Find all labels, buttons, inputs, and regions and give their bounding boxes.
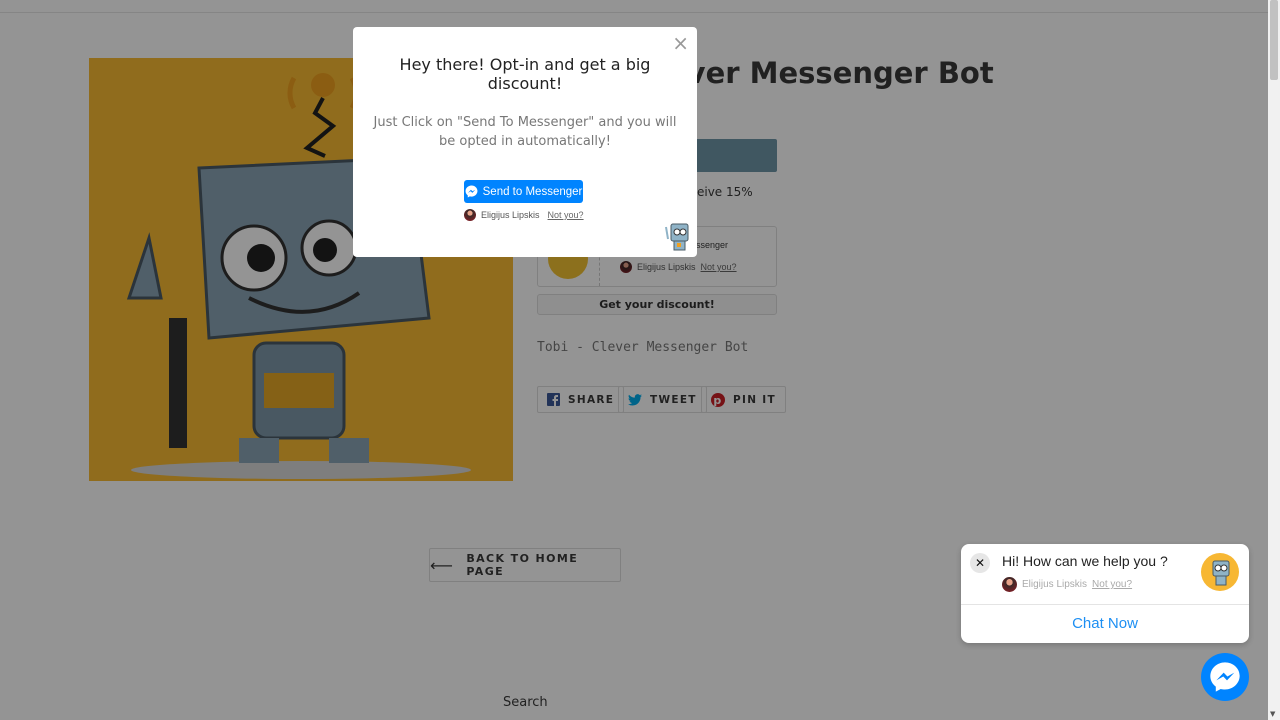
robot-icon xyxy=(1212,560,1230,586)
scrollbar-thumb[interactable] xyxy=(1270,0,1278,80)
chat-user-row: Eligijus Lipskis Not you? xyxy=(1002,577,1132,592)
chat-widget: ✕ Hi! How can we help you ? Eligijus Lip… xyxy=(961,544,1249,643)
user-name: Eligijus Lipskis xyxy=(1022,579,1088,590)
not-you-link[interactable]: Not you? xyxy=(1092,579,1132,590)
not-you-link[interactable]: Not you? xyxy=(548,210,584,220)
avatar xyxy=(1002,577,1017,592)
popup-text: Just Click on "Send To Messenger" and yo… xyxy=(373,115,677,149)
messenger-chat-button[interactable] xyxy=(1201,653,1249,701)
bot-avatar xyxy=(1201,553,1239,591)
send-label: Send to Messenger xyxy=(482,185,583,198)
robot-mascot-icon xyxy=(665,223,689,251)
messenger-icon xyxy=(1210,662,1240,692)
optin-popup: × Hey there! Opt-in and get a big discou… xyxy=(353,27,697,257)
scrollbar[interactable]: ▼ xyxy=(1268,0,1280,720)
send-to-messenger-button[interactable]: Send to Messenger xyxy=(464,180,583,203)
close-icon[interactable]: ✕ xyxy=(970,553,990,573)
divider xyxy=(961,604,1249,605)
chat-now-button[interactable]: Chat Now xyxy=(961,615,1249,632)
chat-user: Eligijus Lipskis Not you? xyxy=(1002,577,1132,592)
messenger-icon xyxy=(465,185,478,198)
avatar xyxy=(464,209,476,221)
close-icon[interactable]: × xyxy=(672,31,689,55)
popup-user: Eligijus Lipskis Not you? xyxy=(464,209,584,221)
scroll-down-arrow-icon[interactable]: ▼ xyxy=(1270,710,1275,718)
user-name: Eligijus Lipskis xyxy=(481,210,540,220)
chat-greeting: Hi! How can we help you ? xyxy=(1002,553,1168,569)
popup-title: Hey there! Opt-in and get a big discount… xyxy=(399,55,651,93)
